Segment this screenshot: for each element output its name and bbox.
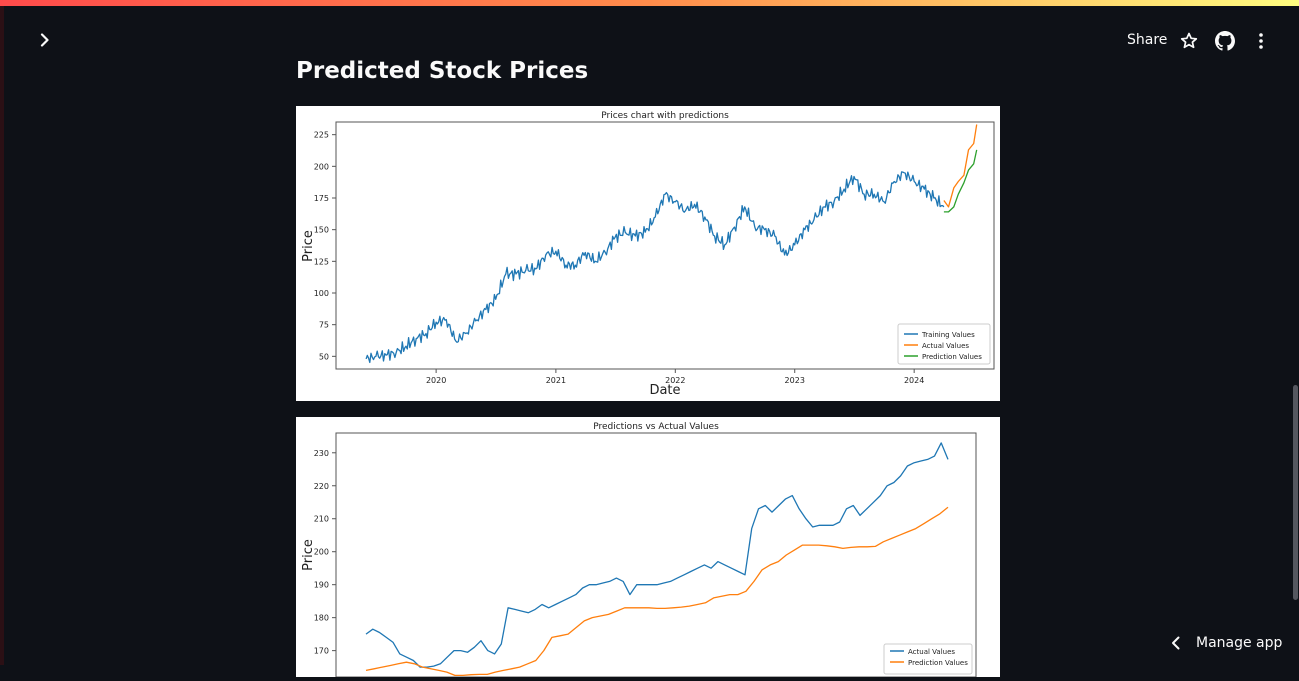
github-icon (1215, 31, 1235, 51)
y-tick-label: 190 (314, 581, 329, 590)
legend-label: Actual Values (922, 342, 969, 350)
chart-title: Prices chart with predictions (601, 111, 729, 121)
legend: Training Values Actual Values Prediction V… (897, 323, 991, 365)
y-tick-label: 200 (314, 162, 329, 171)
y-axis-label: Price (301, 539, 316, 571)
y-tick-label: 220 (314, 482, 329, 491)
github-button[interactable] (1215, 31, 1235, 51)
main-menu-button[interactable] (1251, 31, 1271, 51)
y-tick-label: 225 (314, 131, 329, 140)
plot-area (335, 432, 977, 678)
expand-sidebar-button[interactable] (34, 29, 56, 51)
legend-label: Prediction Values (908, 659, 968, 667)
prices-chart: Prices chart with predictions 50 75 100 125… (301, 111, 995, 398)
series-line-prediction-values (365, 506, 949, 677)
y-axis-label: Price (301, 230, 316, 262)
star-icon (1180, 32, 1198, 49)
y-tick-label: 170 (314, 647, 329, 656)
x-tick-label: 2021 (546, 376, 566, 385)
manage-app-button[interactable]: Manage app (1170, 628, 1282, 658)
series-line-training-values (365, 171, 945, 364)
app-header: Share (0, 6, 1299, 60)
chart-title: Predictions vs Actual Values (593, 422, 719, 432)
legend: Actual Values Prediction Values (883, 643, 973, 675)
predictions-vs-actual-chart: Predictions vs Actual Values 170 180 190 20… (301, 422, 977, 678)
y-tick-label: 100 (314, 289, 329, 298)
scrollbar-thumb[interactable] (1293, 385, 1298, 600)
x-tick-label: 2020 (426, 376, 446, 385)
favorite-button[interactable] (1179, 31, 1199, 51)
x-axis-label: Date (649, 383, 680, 398)
series-line-actual-values (365, 442, 949, 668)
y-tick-label: 75 (319, 321, 329, 330)
y-tick-label: 125 (314, 257, 329, 266)
y-tick-label: 180 (314, 614, 329, 623)
chevron-left-icon (1172, 636, 1180, 650)
manage-app-label: Manage app (1196, 635, 1283, 651)
y-tick-label: 175 (314, 194, 329, 203)
legend-label: Training Values (921, 331, 975, 339)
prices-chart-figure: Prices chart with predictions 50 75 100 125… (296, 106, 1000, 401)
page-title: Predicted Stock Prices (296, 58, 589, 84)
plot-area (335, 121, 995, 370)
x-tick-label: 2023 (785, 376, 805, 385)
chevron-right-icon (40, 33, 49, 47)
predictions-vs-actual-figure: Predictions vs Actual Values 170 180 190 20… (296, 417, 1000, 678)
y-tick-label: 150 (314, 226, 329, 235)
y-axis: 50 75 100 125 150 175 200 225 (314, 131, 336, 361)
y-tick-label: 230 (314, 449, 329, 458)
series-lines (365, 124, 978, 364)
y-tick-label: 50 (319, 352, 329, 361)
series-lines (365, 442, 949, 677)
share-button[interactable]: Share (1127, 32, 1167, 48)
legend-label: Prediction Values (922, 353, 982, 361)
legend-label: Actual Values (908, 648, 955, 656)
y-tick-label: 210 (314, 515, 329, 524)
y-tick-label: 200 (314, 548, 329, 557)
series-line-prediction-values (943, 149, 978, 213)
more-vertical-icon (1259, 33, 1263, 49)
left-edge-bar (0, 6, 4, 665)
x-tick-label: 2024 (904, 376, 924, 385)
y-axis: 170 180 190 200 210 220 230 (314, 449, 336, 656)
